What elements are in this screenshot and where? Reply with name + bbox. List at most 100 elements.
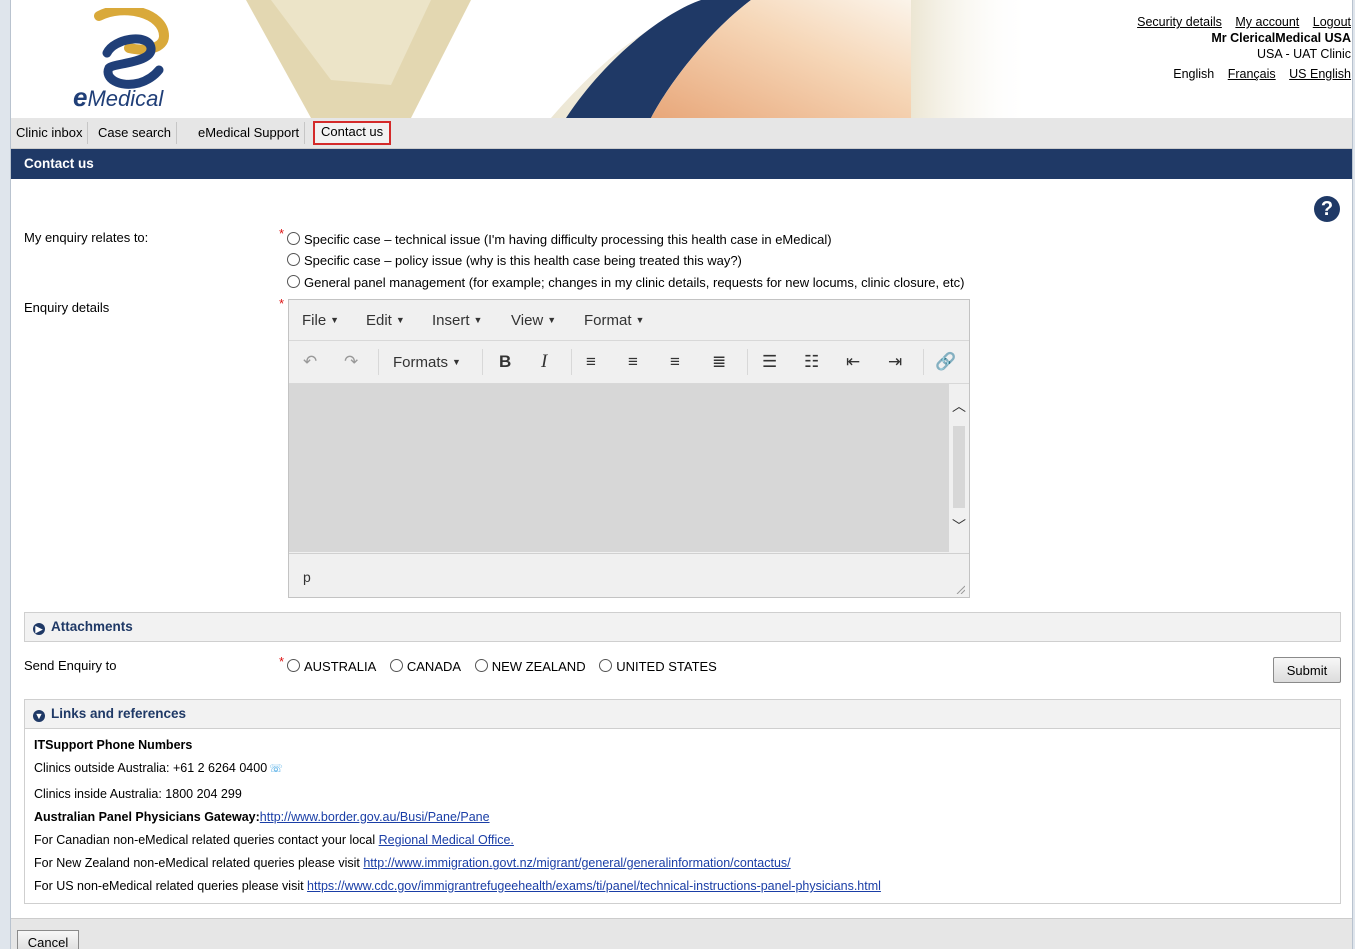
tab-emedical-support[interactable]: eMedical Support <box>193 122 306 144</box>
links-content: ITSupport Phone Numbers Clinics outside … <box>24 729 1341 904</box>
radio-button[interactable] <box>389 659 403 672</box>
chevron-down-icon[interactable]: ﹀ <box>952 516 966 536</box>
enquiry-option-panel-management[interactable]: General panel management (for example; c… <box>287 273 964 293</box>
links-section-toggle[interactable]: ▼ Links and references <box>24 699 1341 729</box>
cdc-link[interactable]: https://www.cdc.gov/immigrantrefugeeheal… <box>307 879 881 893</box>
link-icon[interactable]: 🔗 <box>935 351 956 373</box>
undo-icon[interactable]: ↶ <box>303 351 317 373</box>
outdent-icon[interactable]: ⇤ <box>846 351 860 373</box>
numbered-list-icon[interactable]: ☷ <box>804 351 819 373</box>
nz-immigration-link[interactable]: http://www.immigration.govt.nz/migrant/g… <box>363 856 790 870</box>
skype-phone-icon[interactable]: ☏ <box>269 763 283 775</box>
phone-heading: ITSupport Phone Numbers <box>34 738 193 752</box>
logo-wordmark: eMedical <box>73 82 164 112</box>
logout-link[interactable]: Logout <box>1313 15 1351 29</box>
redo-icon[interactable]: ↷ <box>344 351 358 373</box>
attachments-section-toggle[interactable]: ▶ Attachments <box>24 612 1341 642</box>
my-account-link[interactable]: My account <box>1235 15 1299 29</box>
cancel-button[interactable]: Cancel <box>17 930 79 949</box>
menu-insert[interactable]: Insert ▼ <box>432 312 482 329</box>
page-title: Contact us <box>11 149 1352 179</box>
formats-dropdown[interactable]: Formats ▼ <box>393 351 461 373</box>
clinic-name: USA - UAT Clinic <box>1256 47 1351 61</box>
align-left-icon[interactable]: ≡ <box>586 351 596 373</box>
indent-icon[interactable]: ⇥ <box>888 351 902 373</box>
caret-down-icon: ▼ <box>473 315 483 325</box>
enquiry-option-technical[interactable]: Specific case – technical issue (I'm hav… <box>287 230 832 250</box>
tab-case-search[interactable]: Case search <box>93 122 177 144</box>
country-united-states[interactable]: UNITED STATES <box>599 657 717 677</box>
country-radio-group: AUSTRALIA CANADA NEW ZEALAND UNITED STAT… <box>287 657 727 677</box>
chevron-down-icon: ▼ <box>33 710 45 722</box>
editor-statusbar: p <box>289 553 969 597</box>
country-new-zealand[interactable]: NEW ZEALAND <box>474 657 586 677</box>
send-enquiry-label: Send Enquiry to <box>24 658 117 673</box>
enquiry-type-label: My enquiry relates to: <box>24 230 149 245</box>
chevron-up-icon[interactable]: ︿ <box>952 396 966 416</box>
required-marker: * <box>279 296 285 311</box>
toolbar-divider <box>747 349 748 375</box>
toolbar-divider <box>378 349 379 375</box>
editor-toolbar: ↶ ↷ Formats ▼ B I ≡ ≡ ≡ ≣ ☰ ☷ ⇤ ⇥ 🔗 <box>289 341 969 384</box>
phone-inside-australia: Clinics inside Australia: 1800 204 299 <box>34 787 242 801</box>
menu-format[interactable]: Format ▼ <box>584 312 644 329</box>
help-icon[interactable]: ? <box>1314 196 1340 222</box>
us-line: For US non-eMedical related queries plea… <box>34 879 881 893</box>
phone-outside-australia: Clinics outside Australia: +61 2 6264 04… <box>34 761 283 775</box>
editor-scrollbar[interactable]: ︿ ﹀ <box>949 384 969 552</box>
resize-handle-icon[interactable] <box>955 584 965 594</box>
caret-down-icon: ▼ <box>452 357 461 367</box>
radio-button[interactable] <box>287 232 300 245</box>
menu-file[interactable]: File ▼ <box>302 312 339 329</box>
caret-down-icon: ▼ <box>395 315 405 325</box>
bullet-list-icon[interactable]: ☰ <box>762 351 777 373</box>
align-right-icon[interactable]: ≡ <box>670 351 680 373</box>
country-canada[interactable]: CANADA <box>389 657 461 677</box>
radio-button[interactable] <box>474 659 488 672</box>
required-marker: * <box>279 654 285 669</box>
language-french-link[interactable]: Français <box>1228 67 1276 81</box>
user-box: Security details My account Logout Mr Cl… <box>1127 14 1351 82</box>
main-nav: Clinic inbox Case search eMedical Suppor… <box>11 118 1352 149</box>
caret-down-icon: ▼ <box>330 315 340 325</box>
language-us-english-link[interactable]: US English <box>1289 67 1351 81</box>
rich-text-editor: File ▼ Edit ▼ Insert ▼ View ▼ Format ▼ ↶ ↷ Fo… <box>288 299 970 598</box>
tab-clinic-inbox[interactable]: Clinic inbox <box>11 122 89 144</box>
required-marker: * <box>279 226 285 241</box>
footer-bar: Cancel <box>11 918 1352 949</box>
italic-icon[interactable]: I <box>541 351 547 373</box>
toolbar-divider <box>923 349 924 375</box>
toolbar-divider <box>571 349 572 375</box>
regional-medical-office-link[interactable]: Regional Medical Office. <box>379 833 514 847</box>
menu-view[interactable]: View ▼ <box>511 312 556 329</box>
caret-down-icon: ▼ <box>635 315 645 325</box>
canada-line: For Canadian non-eMedical related querie… <box>34 833 514 847</box>
radio-button[interactable] <box>287 659 300 672</box>
chevron-right-icon: ▶ <box>33 623 45 635</box>
gateway-line: Australian Panel Physicians Gateway:http… <box>34 810 490 824</box>
radio-button[interactable] <box>599 659 613 672</box>
menu-edit[interactable]: Edit ▼ <box>366 312 405 329</box>
submit-button[interactable]: Submit <box>1273 657 1341 683</box>
country-australia[interactable]: AUSTRALIA <box>287 657 376 677</box>
align-center-icon[interactable]: ≡ <box>628 351 638 373</box>
scrollbar-thumb[interactable] <box>953 426 965 508</box>
language-current: English <box>1173 67 1215 81</box>
enquiry-option-policy[interactable]: Specific case – policy issue (why is thi… <box>287 251 742 271</box>
security-details-link[interactable]: Security details <box>1137 15 1222 29</box>
enquiry-details-label: Enquiry details <box>24 300 110 315</box>
radio-button[interactable] <box>287 253 300 266</box>
align-justify-icon[interactable]: ≣ <box>712 351 726 373</box>
element-path: p <box>303 569 311 585</box>
caret-down-icon: ▼ <box>547 315 557 325</box>
editor-menubar: File ▼ Edit ▼ Insert ▼ View ▼ Format ▼ <box>289 300 969 341</box>
toolbar-divider <box>482 349 483 375</box>
radio-button[interactable] <box>287 275 300 288</box>
tab-contact-us[interactable]: Contact us <box>313 121 392 145</box>
user-name: Mr ClericalMedical USA <box>1211 31 1351 45</box>
page: eMedical Security details My account Log… <box>10 0 1353 949</box>
editor-text-area[interactable] <box>289 384 949 552</box>
gateway-link[interactable]: http://www.border.gov.au/Busi/Pane/Pane <box>260 810 490 824</box>
nz-line: For New Zealand non-eMedical related que… <box>34 856 791 870</box>
bold-icon[interactable]: B <box>499 351 511 373</box>
